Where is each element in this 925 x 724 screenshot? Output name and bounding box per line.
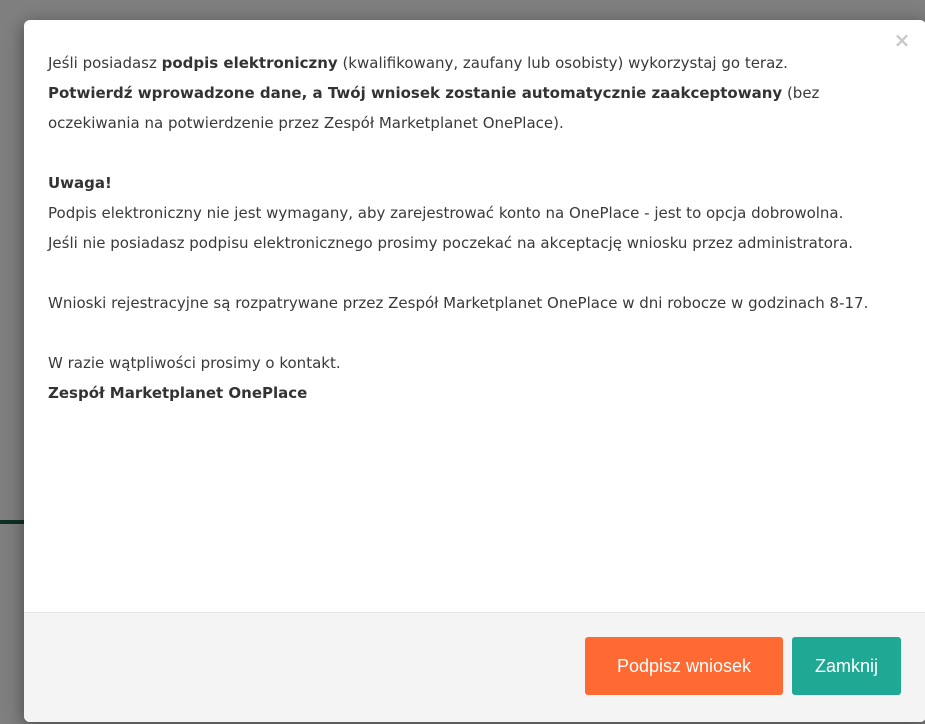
modal-body: Jeśli posiadasz podpis elektroniczny (kw…: [48, 48, 898, 408]
signature-modal: × Jeśli posiadasz podpis elektroniczny (…: [24, 20, 925, 722]
intro-text-2: (kwalifikowany, zaufany lub osobisty) wy…: [337, 54, 788, 72]
warning-paragraph: Uwaga! Podpis elektroniczny nie jest wym…: [48, 168, 898, 258]
modal-footer: Podpisz wniosek Zamknij: [24, 612, 925, 722]
sign-application-button[interactable]: Podpisz wniosek: [585, 637, 783, 695]
intro-text-1: Jeśli posiadasz: [48, 54, 162, 72]
warning-line-2: Jeśli nie posiadasz podpisu elektroniczn…: [48, 234, 854, 252]
signature-text: Zespół Marketplanet OnePlace: [48, 384, 308, 402]
intro-bold-2: Potwierdź wprowadzone dane, a Twój wnios…: [48, 84, 783, 102]
hours-paragraph: Wnioski rejestracyjne są rozpatrywane pr…: [48, 294, 869, 312]
contact-paragraph: W razie wątpliwości prosimy o kontakt. Z…: [48, 348, 898, 408]
close-icon[interactable]: ×: [892, 30, 912, 50]
warning-heading: Uwaga!: [48, 174, 112, 192]
warning-line-1: Podpis elektroniczny nie jest wymagany, …: [48, 204, 844, 222]
contact-text: W razie wątpliwości prosimy o kontakt.: [48, 354, 341, 372]
intro-paragraph: Jeśli posiadasz podpis elektroniczny (kw…: [48, 48, 898, 138]
close-button[interactable]: Zamknij: [792, 637, 901, 695]
intro-bold-1: podpis elektroniczny: [161, 54, 338, 72]
